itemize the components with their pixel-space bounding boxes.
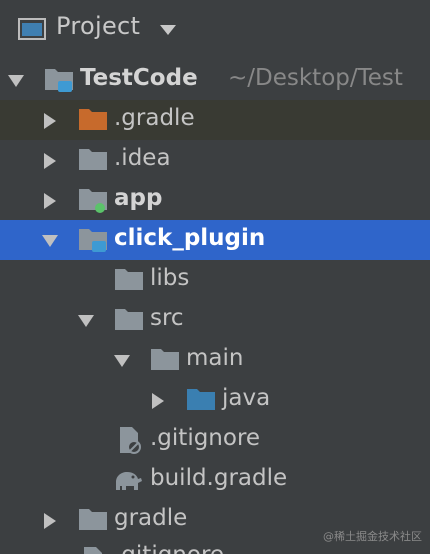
- collapsed-arrow-icon[interactable]: [42, 193, 58, 209]
- tree-item-label: .idea: [114, 145, 171, 171]
- folder-icon: [151, 349, 179, 370]
- folder-icon: [79, 149, 107, 170]
- tree-item-label: app: [114, 185, 163, 211]
- module-folder-icon: [45, 69, 73, 92]
- project-path: ~/Desktop/Test: [228, 65, 403, 91]
- tree-row-src[interactable]: src: [0, 300, 430, 340]
- collapsed-arrow-icon[interactable]: [42, 153, 58, 169]
- source-folder-icon: [187, 389, 215, 410]
- android-module-folder-icon: [79, 189, 107, 213]
- project-view-title[interactable]: Project: [56, 12, 140, 40]
- expanded-arrow-icon[interactable]: [42, 233, 58, 249]
- tree-row-libs[interactable]: libs: [0, 260, 430, 300]
- tree-item-label: .gitignore: [150, 425, 261, 451]
- tree-item-label: .gitignore: [114, 542, 224, 554]
- tree-row-gitignore[interactable]: .gitignore: [0, 420, 430, 460]
- tree-item-label: gradle: [114, 505, 188, 531]
- project-tool-header: Project: [0, 0, 430, 60]
- module-folder-icon: [79, 229, 107, 252]
- expanded-arrow-icon[interactable]: [8, 73, 24, 89]
- folder-icon: [115, 309, 143, 330]
- watermark: @稀土掘金技术社区: [323, 530, 422, 543]
- tree-row-build-gradle[interactable]: build.gradle: [0, 460, 430, 500]
- tree-item-label: src: [150, 305, 184, 331]
- tree-row-java[interactable]: java: [0, 380, 430, 420]
- tree-row-idea[interactable]: .idea: [0, 140, 430, 180]
- tree-item-label: libs: [150, 265, 190, 291]
- expanded-arrow-icon[interactable]: [114, 353, 130, 369]
- tree-row-app[interactable]: app: [0, 180, 430, 220]
- tree-item-label: java: [222, 385, 271, 411]
- excluded-folder-icon: [79, 109, 107, 130]
- tree-row-gradle-dir[interactable]: .gradle: [0, 100, 430, 140]
- tree-item-label: click_plugin: [114, 225, 266, 251]
- expanded-arrow-icon[interactable]: [78, 313, 94, 329]
- file-icon: [84, 547, 102, 554]
- tree-item-label: .gradle: [114, 105, 195, 131]
- tree-row-root[interactable]: TestCode ~/Desktop/Test: [0, 60, 430, 100]
- chevron-down-icon[interactable]: [158, 24, 178, 36]
- tree-row-main[interactable]: main: [0, 340, 430, 380]
- folder-icon: [79, 509, 107, 530]
- tree-row-click-plugin[interactable]: click_plugin: [0, 220, 430, 260]
- tree-item-label: TestCode: [80, 65, 198, 91]
- project-window-icon: [18, 18, 46, 40]
- tree-item-label: build.gradle: [150, 465, 288, 491]
- folder-icon: [115, 269, 143, 290]
- collapsed-arrow-icon[interactable]: [150, 393, 166, 409]
- ignored-file-icon: [120, 427, 141, 454]
- collapsed-arrow-icon[interactable]: [42, 513, 58, 529]
- gradle-elephant-icon: [116, 472, 142, 490]
- collapsed-arrow-icon[interactable]: [42, 113, 58, 129]
- tree-item-label: main: [186, 345, 244, 371]
